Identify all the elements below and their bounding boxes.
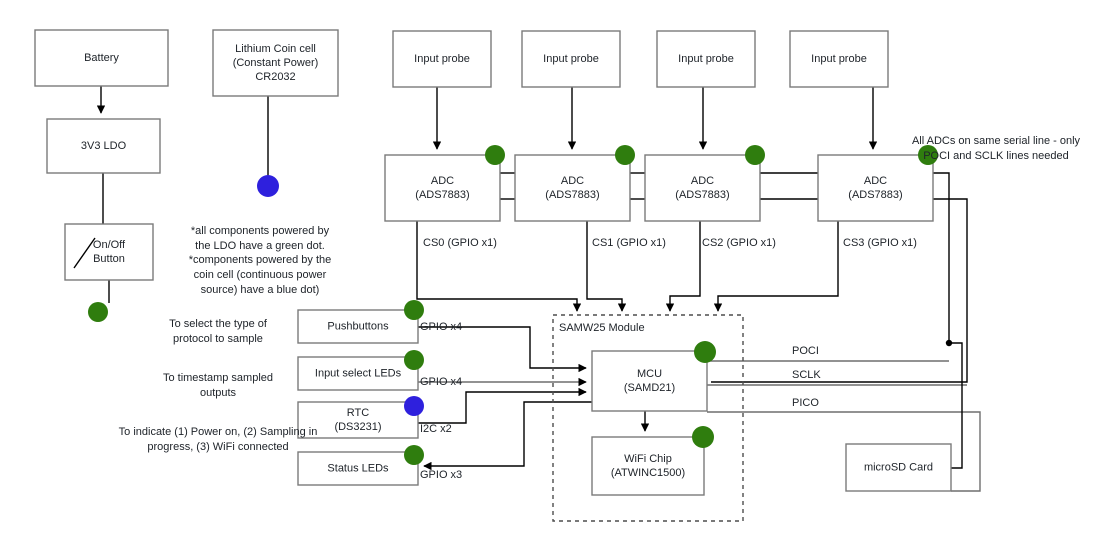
onoff-button-label-0: On/Off bbox=[93, 239, 126, 251]
note-blue-dot-line-2: source) have a blue dot) bbox=[201, 284, 320, 296]
note-status-leds: To indicate (1) Power on, (2) Sampling i… bbox=[119, 426, 318, 453]
note-blue-dot-line-1: coin cell (continuous power bbox=[194, 269, 327, 281]
block-adc-3: ADC (ADS7883) bbox=[817, 154, 934, 222]
wifi-chip-label-0: WiFi Chip bbox=[624, 453, 672, 465]
dot-mcu bbox=[694, 341, 716, 363]
coin-cell-label-1: (Constant Power) bbox=[233, 57, 319, 69]
adc-1-label-1: (ADS7883) bbox=[545, 189, 599, 201]
note-pushbuttons-line-0: To select the type of bbox=[169, 318, 268, 330]
block-diagram: SAMW25 Module Battery 3V3 LDO On/Off Button… bbox=[0, 0, 1097, 555]
adc-2-label-1: (ADS7883) bbox=[675, 189, 729, 201]
cs2-label: CS2 (GPIO x1) bbox=[702, 237, 776, 249]
block-onoff-button: On/Off Button bbox=[64, 223, 154, 281]
gpio-x3-status-leds: GPIO x3 bbox=[420, 469, 462, 481]
dot-pushbuttons bbox=[404, 300, 424, 320]
adc-0-label-0: ADC bbox=[431, 175, 454, 187]
sclk-label: SCLK bbox=[792, 369, 821, 381]
block-coin-cell: Lithium Coin cell (Constant Power) CR2032 bbox=[212, 29, 339, 97]
dot-onoff-output bbox=[88, 302, 108, 322]
microsd-label-0: microSD Card bbox=[864, 461, 933, 473]
dot-adc-1 bbox=[615, 145, 635, 165]
cs0-label: CS0 (GPIO x1) bbox=[423, 237, 497, 249]
block-input-probe-3: Input probe bbox=[789, 30, 889, 88]
dot-adc-2 bbox=[745, 145, 765, 165]
note-serial-line: All ADCs on same serial line - only POCI … bbox=[912, 135, 1081, 162]
i2c-x2-rtc: I2C x2 bbox=[420, 423, 452, 435]
ldo-label-0: 3V3 LDO bbox=[81, 140, 127, 152]
note-status-leds-line-0: To indicate (1) Power on, (2) Sampling i… bbox=[119, 426, 318, 438]
wire-rtc-mcu bbox=[418, 387, 587, 424]
wire-cs1 bbox=[586, 221, 627, 312]
onoff-button-label-1: Button bbox=[93, 253, 125, 265]
mcu-label-0: MCU bbox=[637, 368, 662, 380]
cs1-label: CS1 (GPIO x1) bbox=[592, 237, 666, 249]
input-probe-3-label-0: Input probe bbox=[811, 53, 867, 65]
note-rtc-line-0: To timestamp sampled bbox=[163, 372, 273, 384]
block-mcu: MCU (SAMD21) bbox=[591, 350, 708, 412]
note-blue-dot-line-0: *components powered by the bbox=[189, 254, 331, 266]
note-green-dot: *all components powered by the LDO have a… bbox=[191, 225, 330, 252]
block-pushbuttons: Pushbuttons bbox=[297, 309, 419, 344]
adc-2-label-0: ADC bbox=[691, 175, 714, 187]
cs3-label: CS3 (GPIO x1) bbox=[843, 237, 917, 249]
block-adc-1: ADC (ADS7883) bbox=[514, 154, 631, 222]
note-serial-line-line-0: All ADCs on same serial line - only bbox=[912, 135, 1081, 147]
coin-cell-label-2: CR2032 bbox=[255, 71, 295, 83]
adc-1-label-0: ADC bbox=[561, 175, 584, 187]
block-adc-2: ADC (ADS7883) bbox=[644, 154, 761, 222]
adc-3-label-0: ADC bbox=[864, 175, 887, 187]
dot-adc-0 bbox=[485, 145, 505, 165]
mcu-label-1: (SAMD21) bbox=[624, 382, 675, 394]
block-input-probe-2: Input probe bbox=[656, 30, 756, 88]
note-rtc-line-1: outputs bbox=[200, 387, 237, 399]
note-green-dot-line-1: the LDO have a green dot. bbox=[195, 240, 325, 252]
block-microsd: microSD Card bbox=[845, 443, 952, 492]
status-leds-label-0: Status LEDs bbox=[327, 462, 389, 474]
gpio-x4-input-leds: GPIO x4 bbox=[420, 376, 462, 388]
dot-wifi-chip bbox=[692, 426, 714, 448]
poci-label: POCI bbox=[792, 345, 819, 357]
wifi-chip-label-1: (ATWINC1500) bbox=[611, 467, 685, 479]
block-input-select-leds: Input select LEDs bbox=[297, 356, 419, 391]
wire-cs3 bbox=[713, 221, 839, 312]
note-rtc: To timestamp sampled outputs bbox=[163, 372, 273, 399]
block-adc-0: ADC (ADS7883) bbox=[384, 154, 501, 222]
battery-label-0: Battery bbox=[84, 52, 119, 64]
rtc-label-1: (DS3231) bbox=[334, 421, 381, 433]
note-pushbuttons-line-1: protocol to sample bbox=[173, 333, 263, 345]
coin-cell-label-0: Lithium Coin cell bbox=[235, 43, 316, 55]
junction-poci-sd bbox=[945, 339, 953, 347]
adc-3-label-1: (ADS7883) bbox=[848, 189, 902, 201]
input-probe-2-label-0: Input probe bbox=[678, 53, 734, 65]
dot-rtc bbox=[404, 396, 424, 416]
block-ldo: 3V3 LDO bbox=[46, 118, 161, 174]
rtc-label-0: RTC bbox=[347, 407, 369, 419]
wire-cs2 bbox=[665, 221, 701, 312]
pushbuttons-label-0: Pushbuttons bbox=[327, 320, 389, 332]
note-status-leds-line-1: progress, (3) WiFi connected bbox=[147, 441, 288, 453]
input-probe-0-label-0: Input probe bbox=[414, 53, 470, 65]
note-blue-dot: *components powered by the coin cell (con… bbox=[189, 254, 331, 296]
block-wifi-chip: WiFi Chip (ATWINC1500) bbox=[591, 436, 705, 496]
pico-label: PICO bbox=[792, 397, 819, 409]
note-green-dot-line-0: *all components powered by bbox=[191, 225, 330, 237]
block-status-leds: Status LEDs bbox=[297, 451, 419, 486]
wire-cs0 bbox=[416, 221, 582, 312]
dot-input-sel-leds bbox=[404, 350, 424, 370]
input-select-leds-label-0: Input select LEDs bbox=[315, 367, 402, 379]
block-input-probe-0: Input probe bbox=[392, 30, 492, 88]
samw25-module-label: SAMW25 Module bbox=[559, 322, 645, 334]
dot-status-leds bbox=[404, 445, 424, 465]
gpio-x4-pushbuttons: GPIO x4 bbox=[420, 321, 462, 333]
block-input-probe-1: Input probe bbox=[521, 30, 621, 88]
note-pushbuttons: To select the type of protocol to sample bbox=[169, 318, 268, 345]
adc-0-label-1: (ADS7883) bbox=[415, 189, 469, 201]
dot-coin-cell bbox=[257, 175, 279, 197]
input-probe-1-label-0: Input probe bbox=[543, 53, 599, 65]
note-serial-line-line-1: POCI and SCLK lines needed bbox=[923, 150, 1069, 162]
diagram-canvas: SAMW25 Module Battery 3V3 LDO On/Off Button… bbox=[34, 29, 1081, 522]
wire-adc3-sclk bbox=[711, 198, 968, 383]
block-battery: Battery bbox=[34, 29, 169, 87]
